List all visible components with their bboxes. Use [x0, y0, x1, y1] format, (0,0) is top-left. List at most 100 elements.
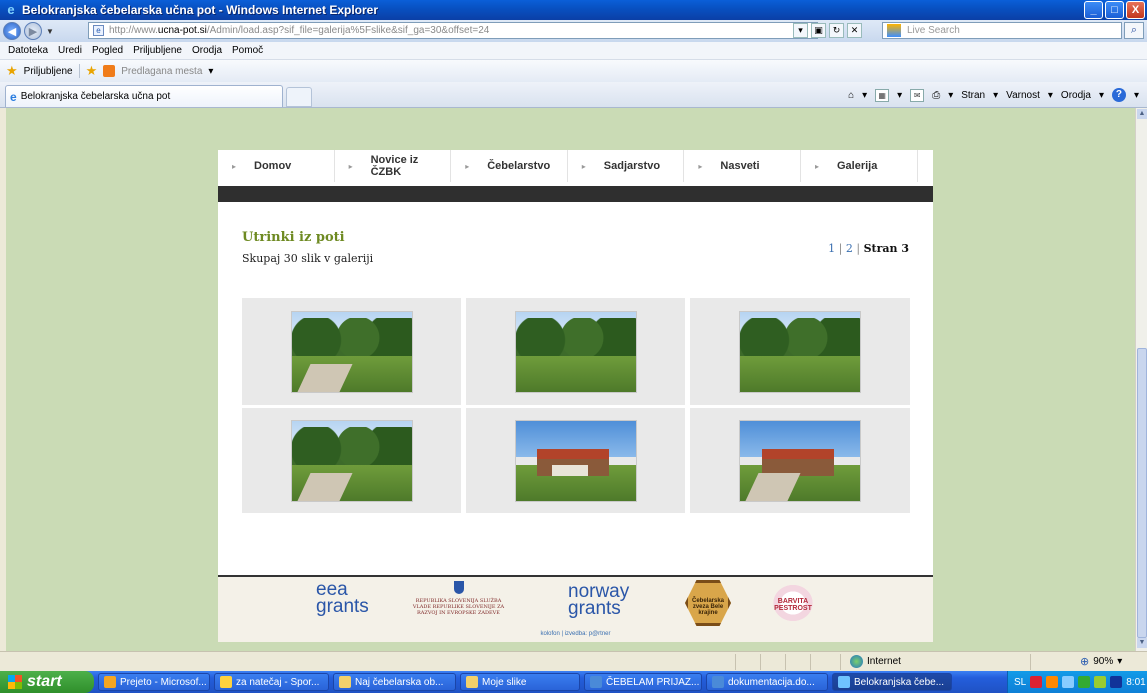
nav-arrow-icon: ▸	[348, 161, 353, 171]
gallery-thumbnail[interactable]	[739, 419, 861, 502]
menu-file[interactable]: Datoteka	[8, 45, 48, 56]
menu-view[interactable]: Pogled	[92, 45, 123, 56]
search-input[interactable]: Live Search	[882, 22, 1122, 39]
web-viewport: ▸ Domov ▸ Novice iz ČZBK ▸ Čebelarstvo ▸ Sad…	[6, 108, 1135, 651]
page-link-1[interactable]: 1	[828, 242, 835, 255]
tab-active[interactable]: e Belokranjska čebelarska učna pot	[5, 85, 283, 107]
nav-item-gallery[interactable]: ▸ Galerija	[801, 150, 918, 182]
outlook-icon	[104, 676, 116, 688]
gallery-thumbnail[interactable]	[514, 419, 637, 502]
scroll-down-icon[interactable]: ▼	[1137, 638, 1147, 648]
photo-cell	[690, 298, 910, 405]
taskbar-item-pictures[interactable]: Moje slike	[460, 673, 580, 691]
new-tab-button[interactable]	[286, 87, 312, 107]
taskbar-item-documentation[interactable]: dokumentacija.do...	[706, 673, 828, 691]
photo-cell	[690, 408, 910, 513]
gallery-count: Skupaj 30 slik v galeriji	[242, 252, 374, 265]
language-indicator[interactable]: SL	[1014, 677, 1026, 688]
forward-button[interactable]: ▶	[24, 22, 42, 40]
close-button[interactable]: X	[1126, 1, 1145, 19]
beekeepers-association-logo[interactable]: Čebelarska zveza Bele krajine	[685, 580, 731, 626]
safety-menu[interactable]: Varnost	[1006, 90, 1040, 101]
address-input[interactable]: e http://www. ucna-pot.si/Admin/load.asp?…	[88, 22, 818, 39]
security-zone[interactable]: Internet	[850, 655, 901, 668]
nav-item-fruit-growing[interactable]: ▸ Sadjarstvo	[568, 150, 685, 182]
live-search-icon	[887, 24, 901, 37]
menu-bar: Datoteka Uredi Pogled Priljubljene Orodj…	[0, 42, 1147, 60]
page-link-2[interactable]: 2	[846, 242, 853, 255]
menu-edit[interactable]: Uredi	[58, 45, 82, 56]
taskbar-item-folder[interactable]: Naj čebelarska ob...	[333, 673, 456, 691]
taskbar-item-outlook[interactable]: Prejeto - Microsof...	[98, 673, 210, 691]
clock[interactable]: 8:01	[1126, 677, 1145, 688]
tools-menu[interactable]: Orodja	[1061, 90, 1091, 101]
search-icon[interactable]: ⌕	[1124, 22, 1144, 39]
norway-grants-logo[interactable]: norway grants	[568, 582, 629, 619]
barvita-pestrost-logo[interactable]: BARVITA PESTROST	[768, 580, 818, 626]
tab-title: Belokranjska čebelarska učna pot	[20, 91, 171, 102]
nav-label: Galerija	[836, 160, 878, 172]
nav-item-home[interactable]: ▸ Domov	[218, 150, 335, 182]
tray-app-icon[interactable]	[1030, 676, 1043, 688]
tray-app-icon[interactable]	[1078, 676, 1091, 688]
menu-help[interactable]: Pomoč	[232, 45, 263, 56]
gallery-thumbnail[interactable]	[290, 419, 413, 502]
back-button[interactable]: ◀	[3, 22, 21, 40]
add-favorite-icon[interactable]: ★	[86, 63, 98, 79]
taskbar-item-word-doc[interactable]: ČEBELAM PRIJAZ...	[584, 673, 702, 691]
history-dropdown-icon[interactable]: ▼	[46, 27, 54, 36]
feeds-dropdown-icon: ▾	[897, 89, 903, 101]
nav-item-news[interactable]: ▸ Novice iz ČZBK	[335, 150, 452, 182]
menu-favorites[interactable]: Priljubljene	[133, 45, 182, 56]
compatibility-icon[interactable]: ▣	[811, 23, 826, 38]
menu-tools[interactable]: Orodja	[192, 45, 222, 56]
print-icon[interactable]: ⎙	[932, 90, 940, 101]
tab-bar: e Belokranjska čebelarska učna pot ⌂ ▾ ▦ ▾…	[0, 82, 1147, 108]
favorites-button[interactable]: Priljubljene	[24, 66, 73, 77]
feeds-icon[interactable]: ▦	[875, 88, 890, 102]
system-tray: SL 8:01	[1007, 671, 1147, 693]
suggested-dropdown-icon[interactable]: ▾	[208, 66, 213, 77]
address-dropdown-icon[interactable]: ▾	[793, 23, 808, 38]
window-controls: _ □ X	[1084, 1, 1145, 19]
help-icon[interactable]: ?	[1111, 88, 1126, 102]
tray-app-icon[interactable]	[1062, 676, 1075, 688]
suggested-sites-link[interactable]: Predlagana mesta	[121, 66, 202, 77]
mail-icon[interactable]: ✉	[910, 88, 925, 102]
nav-item-tips[interactable]: ▸ Nasveti	[684, 150, 801, 182]
nav-item-beekeeping[interactable]: ▸ Čebelarstvo	[451, 150, 568, 182]
pager-separator: |	[838, 242, 843, 255]
status-divider	[785, 654, 786, 670]
norway-logo-line2: grants	[568, 598, 621, 619]
address-tools: ▾ ▣ ↻ ✕	[793, 23, 862, 38]
start-button[interactable]: start	[0, 671, 94, 693]
gallery-thumbnail[interactable]	[739, 310, 861, 393]
tray-app-icon[interactable]	[1110, 676, 1123, 688]
government-office-logo[interactable]: REPUBLIKA SLOVENIJA SLUŽBA VLADE REPUBLI…	[411, 581, 506, 616]
home-icon[interactable]: ⌂	[848, 90, 854, 101]
zoom-icon: ⊕	[1080, 656, 1090, 668]
nav-label: Čebelarstvo	[487, 160, 551, 172]
footer-credits[interactable]: kolofon | izvedba: p@rtner	[218, 631, 933, 637]
vertical-scrollbar[interactable]: ▲ ▼	[1135, 108, 1147, 651]
scroll-up-icon[interactable]: ▲	[1137, 109, 1147, 119]
maximize-button[interactable]: □	[1105, 1, 1124, 19]
ie-icon	[838, 676, 850, 688]
scroll-thumb[interactable]	[1137, 348, 1147, 638]
zoom-dropdown-icon[interactable]: ▾	[1117, 656, 1122, 667]
eea-grants-logo[interactable]: eea grants	[316, 580, 369, 616]
zoom-control[interactable]: ⊕ 90% ▾	[1080, 655, 1122, 668]
tray-app-icon[interactable]	[1094, 676, 1107, 688]
favorites-star-icon[interactable]: ★	[6, 63, 18, 79]
tray-app-icon[interactable]	[1046, 676, 1059, 688]
minimize-button[interactable]: _	[1084, 1, 1103, 19]
ie-logo-icon: e	[7, 2, 15, 17]
windows-flag-icon	[8, 675, 22, 689]
page-menu[interactable]: Stran	[961, 90, 985, 101]
gallery-thumbnail[interactable]	[290, 310, 413, 393]
stop-icon[interactable]: ✕	[847, 23, 862, 38]
refresh-icon[interactable]: ↻	[829, 23, 844, 38]
gallery-thumbnail[interactable]	[514, 310, 637, 393]
taskbar-item-ie[interactable]: Belokranjska čebe...	[832, 673, 952, 691]
taskbar-item-mail[interactable]: za natečaj - Spor...	[214, 673, 329, 691]
